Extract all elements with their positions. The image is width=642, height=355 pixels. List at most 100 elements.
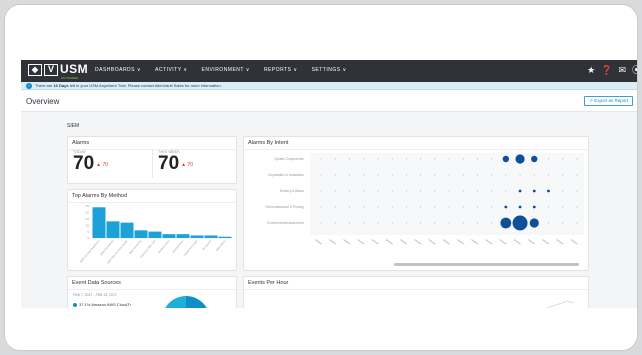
grid-dot [391,222,393,224]
plot-background [310,153,584,235]
bubble [518,205,522,209]
grid-dot [420,174,422,176]
y-tick-label: 15 [86,217,90,221]
grid-dot [533,174,535,176]
grid-dot [349,190,351,192]
alarms-today[interactable]: TODAY 70 ▲ 70 [73,150,108,174]
x-tick-label: Ransomware [171,239,184,254]
grid-dot [320,206,322,208]
grid-dot [562,222,564,224]
grid-dot [391,174,393,176]
grid-dot [491,206,493,208]
x-tick-label: AWS GuardDuty [99,239,115,257]
pie-slice [165,296,186,308]
page-title: Overview [26,97,60,106]
grid-dot [562,174,564,176]
y-tick-label: 0 [87,236,89,240]
nav-dashboards[interactable]: DASHBOARDS ∨ [95,67,141,73]
events-line-preview [547,300,575,308]
grid-dot [434,206,436,208]
grid-dot [491,158,493,160]
top-icons: ★ ❓ ✉ ⦿ [587,65,637,75]
grid-dot [363,206,365,208]
x-tick-mark [570,238,578,245]
help-icon[interactable]: ❓ [601,65,612,75]
x-tick-label: AWS Console Bruteforce [79,239,101,264]
bubble [529,218,539,228]
x-tick-mark [385,238,393,245]
nav-environment[interactable]: ENVIRONMENT ∨ [202,67,250,73]
nav-reports[interactable]: REPORTS ∨ [264,67,298,73]
bubble [502,155,510,163]
bubble [531,155,538,163]
bar [176,234,190,238]
today-delta: ▲ 70 [96,161,109,168]
bar [218,236,232,238]
user-icon[interactable]: ⦿ [632,65,637,75]
today-value: 70 [73,153,95,174]
date-range: FEB 7, 2017 - FEB 13, 2017 [73,293,117,297]
x-tick-mark [399,238,408,245]
grid-dot [476,222,478,224]
notice-days: 16 Days [53,83,69,88]
legend-item[interactable]: 37.1% Amazon AWS CloudTr [73,302,131,307]
grid-dot [334,206,336,208]
grid-dot [576,158,578,160]
bar [92,207,106,238]
scrollbar-thumb[interactable] [394,263,579,266]
intent-bubble-chart: System Compromise Exploitation & Installa… [266,153,584,245]
grid-dot [491,174,493,176]
method-panel: Top Alarms By Method 25 20 15 10 5 0 AWS Conso… [67,189,237,271]
grid-dot [349,206,351,208]
grid-dot [405,174,407,176]
grid-dot [448,222,450,224]
intent-panel: Alarms By Intent System Compromise Exploi… [243,136,589,271]
bubble [500,217,512,229]
grid-dot [320,158,322,160]
y-category-label: Environmental Awareness [267,221,304,225]
export-report-button[interactable]: ↗ Export as Report [584,96,633,106]
bubble [515,154,525,164]
grid-dot [377,222,379,224]
nav-settings[interactable]: SETTINGS ∨ [312,67,347,73]
chart-scrollbar[interactable] [394,263,579,266]
grid-dot [363,158,365,160]
y-category-label: System Compromise [274,157,304,161]
grid-dot [519,174,521,176]
grid-dot [462,190,464,192]
x-tick-mark [527,238,536,245]
x-tick-label: Tor Access [201,239,213,252]
brand-tag: ANYWHERE [61,76,79,80]
grid-dot [377,206,379,208]
y-tick-label: 20 [86,211,90,215]
bar [120,222,134,238]
nav-activity[interactable]: ACTIVITY ∨ [155,67,187,73]
app-screen: ◆ V USM ANYWHERE DASHBOARDS ∨ ACTIVITY ∨… [21,60,637,308]
week-value: 70 [158,153,180,174]
y-category-label: Exploitation & Installation [268,173,304,177]
x-tick-mark [343,238,351,245]
notice-suffix: left in your USM Anywhere Trial. Please … [68,83,222,88]
grid-dot [349,222,351,224]
x-tick-mark [314,238,322,245]
grid-dot [391,206,393,208]
grid-dot [334,174,336,176]
grid-dot [562,190,564,192]
grid-dot [334,158,336,160]
brand-name[interactable]: USM [60,62,88,76]
grid-dot [462,174,464,176]
grid-dot [562,206,564,208]
alarms-week[interactable]: THIS WEEK 70 ▲ 70 [158,150,193,174]
grid-dot [562,158,564,160]
mail-icon[interactable]: ✉ [618,65,626,75]
x-tick-label: Suspicious Login [183,239,199,257]
x-tick-mark [428,238,436,245]
grid-dot [476,190,478,192]
x-tick-label: Web Attack [215,239,227,252]
grid-dot [405,158,407,160]
x-tick-label: DNS Tunneling [128,239,143,255]
grid-dot [434,222,436,224]
legend-dot [73,302,77,307]
star-icon[interactable]: ★ [587,65,595,75]
y-category-label: Reconnaissance & Probing [266,205,305,209]
